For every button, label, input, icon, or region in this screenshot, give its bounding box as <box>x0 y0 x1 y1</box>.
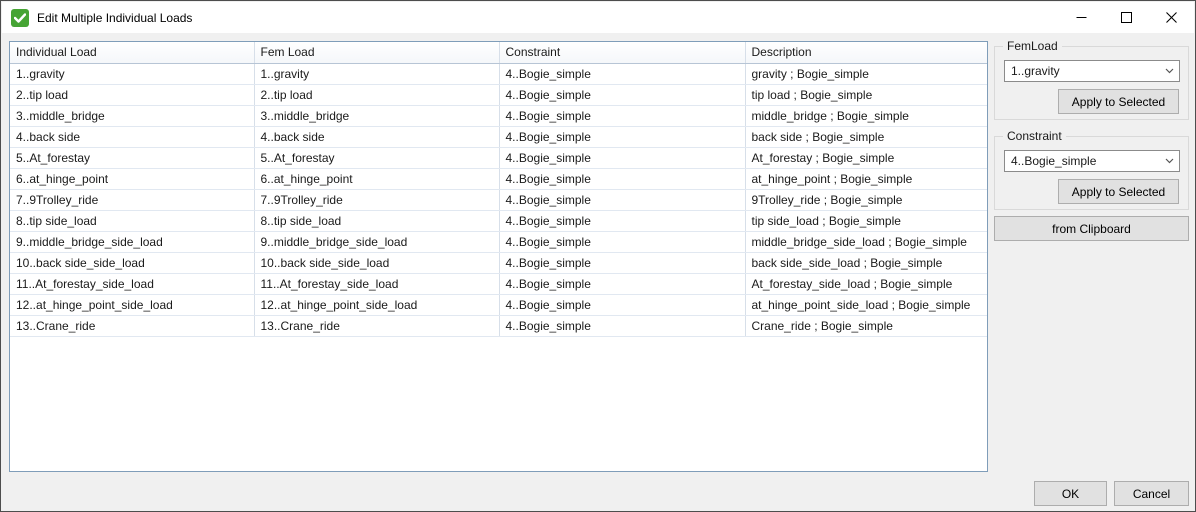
column-header-fem-load[interactable]: Fem Load <box>254 42 499 63</box>
table-cell[interactable]: Crane_ride ; Bogie_simple <box>745 315 987 336</box>
table-row[interactable]: 7..9Trolley_ride7..9Trolley_ride4..Bogie… <box>10 189 987 210</box>
table-row[interactable]: 1..gravity1..gravity4..Bogie_simplegravi… <box>10 63 987 84</box>
femload-dropdown-value: 1..gravity <box>1011 64 1159 78</box>
table-body: 1..gravity1..gravity4..Bogie_simplegravi… <box>10 63 987 336</box>
table-cell[interactable]: 4..Bogie_simple <box>499 231 745 252</box>
from-clipboard-button[interactable]: from Clipboard <box>994 216 1189 241</box>
table-cell[interactable]: middle_bridge ; Bogie_simple <box>745 105 987 126</box>
table-row[interactable]: 9..middle_bridge_side_load9..middle_brid… <box>10 231 987 252</box>
constraint-dropdown-value: 4..Bogie_simple <box>1011 154 1159 168</box>
window-title: Edit Multiple Individual Loads <box>37 11 192 25</box>
table-cell[interactable]: 11..At_forestay_side_load <box>254 273 499 294</box>
table-row[interactable]: 4..back side4..back side4..Bogie_simpleb… <box>10 126 987 147</box>
table-cell[interactable]: 12..at_hinge_point_side_load <box>254 294 499 315</box>
table-row[interactable]: 6..at_hinge_point6..at_hinge_point4..Bog… <box>10 168 987 189</box>
chevron-down-icon <box>1159 158 1179 164</box>
table-cell[interactable]: at_hinge_point_side_load ; Bogie_simple <box>745 294 987 315</box>
table-cell[interactable]: 9..middle_bridge_side_load <box>10 231 254 252</box>
table-cell[interactable]: back side ; Bogie_simple <box>745 126 987 147</box>
table-cell[interactable]: 5..At_forestay <box>254 147 499 168</box>
table-cell[interactable]: gravity ; Bogie_simple <box>745 63 987 84</box>
title-bar: Edit Multiple Individual Loads <box>2 2 1194 33</box>
table-cell[interactable]: 12..at_hinge_point_side_load <box>10 294 254 315</box>
table-cell[interactable]: 6..at_hinge_point <box>254 168 499 189</box>
green-check-app-icon <box>11 9 29 27</box>
table-row[interactable]: 12..at_hinge_point_side_load12..at_hinge… <box>10 294 987 315</box>
table-cell[interactable]: middle_bridge_side_load ; Bogie_simple <box>745 231 987 252</box>
table-cell[interactable]: 6..at_hinge_point <box>10 168 254 189</box>
table-cell[interactable]: At_forestay ; Bogie_simple <box>745 147 987 168</box>
table-cell[interactable]: 8..tip side_load <box>254 210 499 231</box>
maximize-button[interactable] <box>1104 2 1149 33</box>
loads-table: Individual Load Fem Load Constraint Desc… <box>9 41 988 472</box>
minimize-icon <box>1076 12 1087 23</box>
table-cell[interactable]: 4..back side <box>10 126 254 147</box>
table-cell[interactable]: tip load ; Bogie_simple <box>745 84 987 105</box>
table-cell[interactable]: 4..Bogie_simple <box>499 273 745 294</box>
table-cell[interactable]: 2..tip load <box>10 84 254 105</box>
table-cell[interactable]: At_forestay_side_load ; Bogie_simple <box>745 273 987 294</box>
constraint-group-label: Constraint <box>1003 129 1066 143</box>
table-cell[interactable]: 4..Bogie_simple <box>499 147 745 168</box>
table-row[interactable]: 11..At_forestay_side_load11..At_forestay… <box>10 273 987 294</box>
table-cell[interactable]: 1..gravity <box>10 63 254 84</box>
constraint-group: Constraint 4..Bogie_simple Apply to Sele… <box>994 136 1189 210</box>
femload-apply-to-selected-button[interactable]: Apply to Selected <box>1058 89 1179 114</box>
table-cell[interactable]: 13..Crane_ride <box>10 315 254 336</box>
table-cell[interactable]: 3..middle_bridge <box>254 105 499 126</box>
table-row[interactable]: 5..At_forestay5..At_forestay4..Bogie_sim… <box>10 147 987 168</box>
table-row[interactable]: 2..tip load2..tip load4..Bogie_simpletip… <box>10 84 987 105</box>
constraint-apply-to-selected-button[interactable]: Apply to Selected <box>1058 179 1179 204</box>
table-row[interactable]: 8..tip side_load8..tip side_load4..Bogie… <box>10 210 987 231</box>
maximize-icon <box>1121 12 1132 23</box>
close-icon <box>1166 12 1177 23</box>
dialog-window: Edit Multiple Individual Loads Individu <box>0 0 1196 512</box>
table-cell[interactable]: back side_side_load ; Bogie_simple <box>745 252 987 273</box>
table-cell[interactable]: 10..back side_side_load <box>10 252 254 273</box>
cancel-button[interactable]: Cancel <box>1114 481 1189 506</box>
table-cell[interactable]: 9..middle_bridge_side_load <box>254 231 499 252</box>
table-cell[interactable]: 4..Bogie_simple <box>499 210 745 231</box>
table-cell[interactable]: 11..At_forestay_side_load <box>10 273 254 294</box>
constraint-dropdown[interactable]: 4..Bogie_simple <box>1004 150 1180 172</box>
table-cell[interactable]: tip side_load ; Bogie_simple <box>745 210 987 231</box>
table-cell[interactable]: 4..Bogie_simple <box>499 189 745 210</box>
table-header-row: Individual Load Fem Load Constraint Desc… <box>10 42 987 63</box>
table-cell[interactable]: 10..back side_side_load <box>254 252 499 273</box>
table-row[interactable]: 10..back side_side_load10..back side_sid… <box>10 252 987 273</box>
column-header-individual-load[interactable]: Individual Load <box>10 42 254 63</box>
table-cell[interactable]: at_hinge_point ; Bogie_simple <box>745 168 987 189</box>
table-cell[interactable]: 4..Bogie_simple <box>499 105 745 126</box>
femload-group: FemLoad 1..gravity Apply to Selected <box>994 46 1189 120</box>
chevron-down-icon <box>1159 68 1179 74</box>
column-header-description[interactable]: Description <box>745 42 987 63</box>
femload-group-label: FemLoad <box>1003 39 1062 53</box>
table-cell[interactable]: 7..9Trolley_ride <box>254 189 499 210</box>
table-cell[interactable]: 13..Crane_ride <box>254 315 499 336</box>
femload-dropdown[interactable]: 1..gravity <box>1004 60 1180 82</box>
table-row[interactable]: 13..Crane_ride13..Crane_ride4..Bogie_sim… <box>10 315 987 336</box>
table-cell[interactable]: 7..9Trolley_ride <box>10 189 254 210</box>
minimize-button[interactable] <box>1059 2 1104 33</box>
table-cell[interactable]: 9Trolley_ride ; Bogie_simple <box>745 189 987 210</box>
table-cell[interactable]: 8..tip side_load <box>10 210 254 231</box>
column-header-constraint[interactable]: Constraint <box>499 42 745 63</box>
table-cell[interactable]: 5..At_forestay <box>10 147 254 168</box>
close-button[interactable] <box>1149 2 1194 33</box>
ok-button[interactable]: OK <box>1034 481 1107 506</box>
table-row[interactable]: 3..middle_bridge3..middle_bridge4..Bogie… <box>10 105 987 126</box>
table-cell[interactable]: 4..Bogie_simple <box>499 252 745 273</box>
table-cell[interactable]: 4..back side <box>254 126 499 147</box>
check-icon <box>14 13 26 23</box>
table-cell[interactable]: 3..middle_bridge <box>10 105 254 126</box>
table-cell[interactable]: 4..Bogie_simple <box>499 84 745 105</box>
table-cell[interactable]: 4..Bogie_simple <box>499 168 745 189</box>
table-cell[interactable]: 4..Bogie_simple <box>499 315 745 336</box>
table-cell[interactable]: 1..gravity <box>254 63 499 84</box>
table-cell[interactable]: 4..Bogie_simple <box>499 63 745 84</box>
table-cell[interactable]: 4..Bogie_simple <box>499 126 745 147</box>
table-cell[interactable]: 2..tip load <box>254 84 499 105</box>
table-cell[interactable]: 4..Bogie_simple <box>499 294 745 315</box>
